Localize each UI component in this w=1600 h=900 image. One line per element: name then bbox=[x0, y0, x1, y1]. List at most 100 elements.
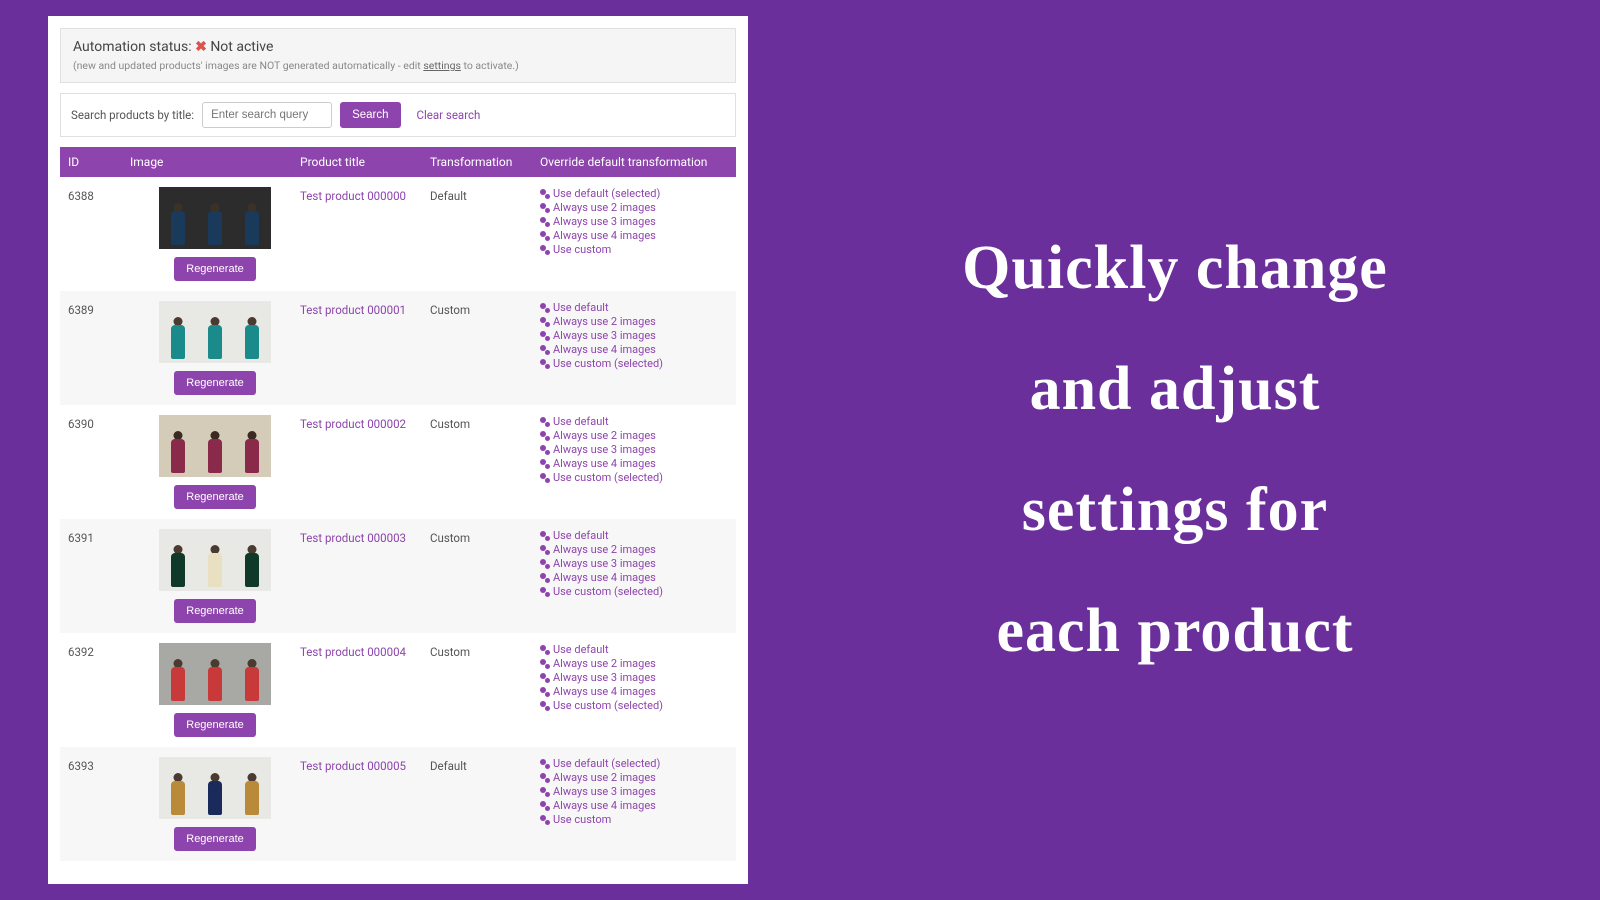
status-x-icon: ✖ bbox=[195, 39, 207, 55]
cogs-icon bbox=[540, 203, 550, 213]
cell-id: 6388 bbox=[60, 187, 130, 203]
regenerate-button[interactable]: Regenerate bbox=[174, 371, 256, 395]
clear-search-link[interactable]: Clear search bbox=[417, 108, 481, 122]
override-label: Use custom (selected) bbox=[553, 585, 663, 598]
cogs-icon bbox=[540, 587, 550, 597]
override-always-2[interactable]: Always use 2 images bbox=[540, 201, 735, 214]
override-use-custom[interactable]: Use custom bbox=[540, 243, 735, 256]
cell-id: 6392 bbox=[60, 643, 130, 659]
product-title-link[interactable]: Test product 000004 bbox=[300, 643, 430, 659]
cogs-icon bbox=[540, 459, 550, 469]
cell-id: 6390 bbox=[60, 415, 130, 431]
search-input[interactable] bbox=[202, 102, 332, 128]
override-always-2[interactable]: Always use 2 images bbox=[540, 657, 735, 670]
override-use-custom[interactable]: Use custom (selected) bbox=[540, 471, 735, 484]
override-always-3[interactable]: Always use 3 images bbox=[540, 329, 735, 342]
override-always-3[interactable]: Always use 3 images bbox=[540, 443, 735, 456]
marketing-line4: each product bbox=[962, 571, 1388, 692]
override-always-3[interactable]: Always use 3 images bbox=[540, 671, 735, 684]
override-always-4[interactable]: Always use 4 images bbox=[540, 685, 735, 698]
cell-override: Use defaultAlways use 2 imagesAlways use… bbox=[540, 415, 735, 484]
marketing-panel: Quickly change and adjust settings for e… bbox=[750, 0, 1600, 900]
override-label: Use default (selected) bbox=[553, 187, 660, 200]
cell-transformation: Default bbox=[430, 187, 540, 203]
regenerate-button[interactable]: Regenerate bbox=[174, 485, 256, 509]
cogs-icon bbox=[540, 815, 550, 825]
settings-link[interactable]: settings bbox=[423, 59, 461, 72]
cogs-icon bbox=[540, 645, 550, 655]
marketing-line2: and adjust bbox=[962, 329, 1388, 450]
override-always-2[interactable]: Always use 2 images bbox=[540, 771, 735, 784]
override-label: Always use 2 images bbox=[553, 771, 656, 784]
override-label: Use default bbox=[553, 643, 609, 656]
override-use-default[interactable]: Use default (selected) bbox=[540, 757, 735, 770]
override-use-default[interactable]: Use default (selected) bbox=[540, 187, 735, 200]
regenerate-button[interactable]: Regenerate bbox=[174, 599, 256, 623]
cell-image: Regenerate bbox=[130, 415, 300, 509]
cell-image: Regenerate bbox=[130, 643, 300, 737]
cogs-icon bbox=[540, 787, 550, 797]
cogs-icon bbox=[540, 359, 550, 369]
override-always-4[interactable]: Always use 4 images bbox=[540, 799, 735, 812]
override-label: Always use 3 images bbox=[553, 557, 656, 570]
override-always-2[interactable]: Always use 2 images bbox=[540, 315, 735, 328]
override-label: Use custom (selected) bbox=[553, 471, 663, 484]
cogs-icon bbox=[540, 673, 550, 683]
override-always-2[interactable]: Always use 2 images bbox=[540, 429, 735, 442]
regenerate-button[interactable]: Regenerate bbox=[174, 713, 256, 737]
status-box: Automation status: ✖ Not active (new and… bbox=[60, 28, 736, 83]
cogs-icon bbox=[540, 417, 550, 427]
override-always-2[interactable]: Always use 2 images bbox=[540, 543, 735, 556]
override-use-custom[interactable]: Use custom bbox=[540, 813, 735, 826]
table-row: 6391RegenerateTest product 000003CustomU… bbox=[60, 519, 736, 633]
search-button[interactable]: Search bbox=[340, 102, 400, 128]
override-use-default[interactable]: Use default bbox=[540, 415, 735, 428]
product-thumb bbox=[159, 187, 271, 249]
override-use-default[interactable]: Use default bbox=[540, 643, 735, 656]
override-always-4[interactable]: Always use 4 images bbox=[540, 343, 735, 356]
override-use-default[interactable]: Use default bbox=[540, 301, 735, 314]
cell-id: 6391 bbox=[60, 529, 130, 545]
table-row: 6393RegenerateTest product 000005Default… bbox=[60, 747, 736, 861]
product-title-link[interactable]: Test product 000000 bbox=[300, 187, 430, 203]
table-header: ID Image Product title Transformation Ov… bbox=[60, 147, 736, 177]
override-label: Always use 4 images bbox=[553, 229, 656, 242]
col-title: Product title bbox=[300, 155, 430, 169]
cell-image: Regenerate bbox=[130, 301, 300, 395]
cogs-icon bbox=[540, 231, 550, 241]
product-title-link[interactable]: Test product 000003 bbox=[300, 529, 430, 545]
regenerate-button[interactable]: Regenerate bbox=[174, 257, 256, 281]
app-panel: Automation status: ✖ Not active (new and… bbox=[0, 0, 750, 900]
override-always-3[interactable]: Always use 3 images bbox=[540, 785, 735, 798]
product-title-link[interactable]: Test product 000005 bbox=[300, 757, 430, 773]
product-thumb bbox=[159, 757, 271, 819]
override-label: Always use 3 images bbox=[553, 443, 656, 456]
cogs-icon bbox=[540, 773, 550, 783]
override-label: Always use 3 images bbox=[553, 215, 656, 228]
cogs-icon bbox=[540, 531, 550, 541]
marketing-line1: Quickly change bbox=[962, 208, 1388, 329]
product-title-link[interactable]: Test product 000002 bbox=[300, 415, 430, 431]
override-use-default[interactable]: Use default bbox=[540, 529, 735, 542]
override-always-3[interactable]: Always use 3 images bbox=[540, 215, 735, 228]
override-always-3[interactable]: Always use 3 images bbox=[540, 557, 735, 570]
override-use-custom[interactable]: Use custom (selected) bbox=[540, 357, 735, 370]
cell-transformation: Custom bbox=[430, 529, 540, 545]
regenerate-button[interactable]: Regenerate bbox=[174, 827, 256, 851]
override-use-custom[interactable]: Use custom (selected) bbox=[540, 585, 735, 598]
col-id: ID bbox=[60, 155, 130, 169]
product-thumb bbox=[159, 415, 271, 477]
override-label: Always use 4 images bbox=[553, 799, 656, 812]
product-thumb bbox=[159, 643, 271, 705]
override-always-4[interactable]: Always use 4 images bbox=[540, 229, 735, 242]
status-value: Not active bbox=[210, 39, 273, 55]
override-label: Always use 4 images bbox=[553, 343, 656, 356]
override-label: Always use 2 images bbox=[553, 429, 656, 442]
product-title-link[interactable]: Test product 000001 bbox=[300, 301, 430, 317]
table-row: 6392RegenerateTest product 000004CustomU… bbox=[60, 633, 736, 747]
override-always-4[interactable]: Always use 4 images bbox=[540, 571, 735, 584]
override-always-4[interactable]: Always use 4 images bbox=[540, 457, 735, 470]
marketing-text: Quickly change and adjust settings for e… bbox=[962, 208, 1388, 692]
product-thumb bbox=[159, 301, 271, 363]
override-use-custom[interactable]: Use custom (selected) bbox=[540, 699, 735, 712]
